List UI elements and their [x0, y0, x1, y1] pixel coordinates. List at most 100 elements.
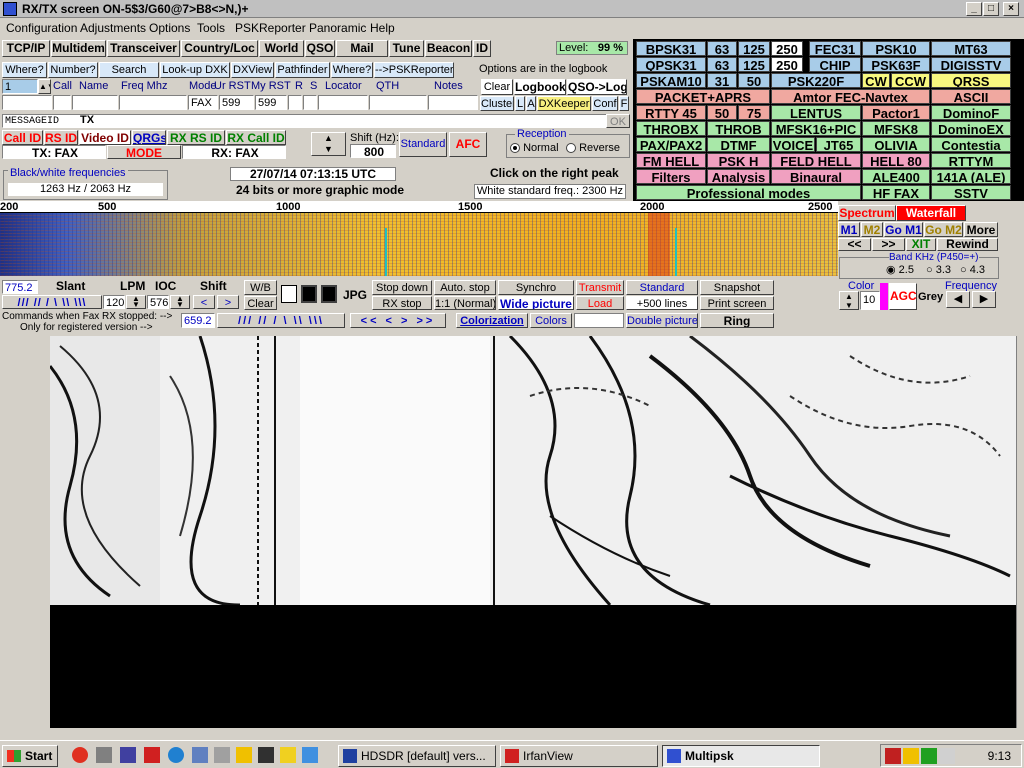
pathfinder-button[interactable]: Pathfinder	[275, 62, 330, 78]
qso-button[interactable]: QSO	[305, 40, 335, 57]
close-button[interactable]: ×	[1003, 2, 1019, 16]
mode-mfsk8[interactable]: MFSK8	[862, 121, 930, 136]
colorization-button[interactable]: Colorization	[456, 313, 528, 328]
quicklaunch-media-icon[interactable]	[258, 747, 274, 763]
reverse-radio[interactable]	[566, 143, 576, 154]
mode-rttym[interactable]: RTTYM	[931, 153, 1011, 168]
menu-panoramic[interactable]: Panoramic	[309, 21, 366, 35]
freq-field[interactable]	[119, 95, 187, 110]
reception-normal[interactable]: Normal	[510, 142, 559, 155]
shift-left-button[interactable]: <	[193, 295, 215, 309]
mode-psk10[interactable]: PSK10	[862, 41, 930, 56]
quicklaunch-flag-icon[interactable]	[280, 747, 296, 763]
mode-dominoex[interactable]: DominoEX	[931, 121, 1011, 136]
lpm-spinner[interactable]: ▲ ▼	[126, 295, 146, 309]
standard-shift-button[interactable]: Standard	[399, 132, 447, 157]
menu-adjustments[interactable]: Adjustments	[80, 21, 146, 35]
mode-feld-hell[interactable]: FELD HELL	[771, 153, 861, 168]
freq-down-button[interactable]: ◀	[946, 291, 970, 308]
mode-rtty50[interactable]: 50	[707, 105, 737, 120]
color-spinner[interactable]: ▲ ▼	[839, 291, 859, 310]
pskreporter-button[interactable]: -->PSKReporter	[374, 62, 454, 78]
f-button[interactable]: F	[619, 96, 629, 111]
mode-rtty75[interactable]: 75	[738, 105, 770, 120]
slant-buttons[interactable]: /// // / \ \\ \\\	[2, 295, 102, 309]
notes-field[interactable]	[428, 95, 478, 110]
vertical-scrollbar[interactable]	[1016, 336, 1024, 728]
where2-button[interactable]: Where?	[331, 62, 373, 78]
mode-hf-fax[interactable]: HF FAX	[862, 185, 930, 200]
mode-hell80[interactable]: HELL 80	[862, 153, 930, 168]
menu-pskreporter[interactable]: PSKReporter	[235, 21, 306, 35]
multidem-button[interactable]: Multidem	[51, 40, 106, 57]
dxkeeper-button[interactable]: DXKeeper	[537, 96, 591, 111]
quicklaunch-puzzle-icon[interactable]	[144, 747, 160, 763]
rx-rs-id-button[interactable]: RX RS ID	[167, 130, 225, 145]
world-button[interactable]: World	[259, 40, 304, 57]
quicklaunch-folder-icon[interactable]	[236, 747, 252, 763]
color-value[interactable]: 10	[860, 291, 880, 310]
mode-packet-aprs[interactable]: PACKET+APRS	[636, 89, 770, 104]
mode-pskam10[interactable]: PSKAM10	[636, 73, 706, 88]
transmit-button[interactable]: Transmit	[576, 280, 624, 295]
locator-field[interactable]	[318, 95, 368, 110]
ioc-field[interactable]: 576	[147, 295, 169, 309]
mode-pactor1[interactable]: Pactor1	[862, 105, 930, 120]
mode-psk220f[interactable]: PSK220F	[771, 73, 861, 88]
mode-pax[interactable]: PAX/PAX2	[636, 137, 706, 152]
beacon-button[interactable]: Beacon	[425, 40, 472, 57]
name-field[interactable]	[72, 95, 118, 110]
slant2-field[interactable]: 659.2	[181, 313, 215, 328]
mode-pskam31[interactable]: 31	[707, 73, 737, 88]
country-loc-button[interactable]: Country/Loc	[181, 40, 258, 57]
s-field[interactable]	[303, 95, 317, 110]
save-as-icon[interactable]	[321, 285, 337, 303]
where-button[interactable]: Where?	[2, 62, 47, 78]
mode-throbx[interactable]: THROBX	[636, 121, 706, 136]
lookup-dxk-button[interactable]: Look-up DXK	[160, 62, 230, 78]
colors-button[interactable]: Colors	[530, 313, 572, 328]
video-id-button[interactable]: Video ID	[79, 130, 131, 145]
mode-olivia[interactable]: OLIVIA	[862, 137, 930, 152]
rx-stop-button[interactable]: RX stop	[372, 296, 432, 310]
menu-configuration[interactable]: Configuration	[6, 21, 77, 35]
menu-options[interactable]: Options	[149, 21, 190, 35]
minimize-button[interactable]: _	[966, 2, 982, 16]
number-button[interactable]: Number?	[48, 62, 98, 78]
slant-value-field[interactable]: 775.2	[2, 280, 38, 294]
messageid-field[interactable]: MESSAGEID	[2, 114, 630, 128]
print-screen-button[interactable]: Print screen	[700, 296, 774, 310]
waterfall-display[interactable]	[0, 213, 838, 276]
mode-sstv[interactable]: SSTV	[931, 185, 1011, 200]
cluster-button[interactable]: Cluster	[480, 96, 514, 111]
mode-qpsk250[interactable]: 250	[771, 57, 803, 72]
prev-button[interactable]: <<	[838, 238, 871, 251]
save-icon[interactable]	[301, 285, 317, 303]
mode-dominof[interactable]: DominoF	[931, 105, 1011, 120]
logbook-button[interactable]: Logbook	[514, 79, 566, 95]
mode-qpsk31[interactable]: QPSK31	[636, 57, 706, 72]
ratio-button[interactable]: 1:1 (Normal)	[434, 296, 496, 310]
mode-voice[interactable]: VOICE	[771, 137, 815, 152]
mode-dtmf[interactable]: DTMF	[707, 137, 770, 152]
analysis-button[interactable]: Analysis	[707, 169, 770, 184]
search-button[interactable]: Search	[99, 62, 159, 78]
mode-psk-hell[interactable]: PSK H	[707, 153, 770, 168]
mode-fec31[interactable]: FEC31	[809, 41, 861, 56]
standard-fax-button[interactable]: Standard	[626, 280, 698, 295]
my-rst-field[interactable]: 599	[255, 95, 287, 110]
call-id-button[interactable]: Call ID	[2, 130, 43, 145]
call2-field[interactable]	[53, 95, 71, 110]
mode-cw[interactable]: CW	[862, 73, 890, 88]
double-picture-button[interactable]: Double picture	[626, 313, 698, 328]
mode-bpsk250[interactable]: 250	[771, 41, 803, 56]
snapshot-button[interactable]: Snapshot	[700, 280, 774, 295]
mode-ascii[interactable]: ASCII	[931, 89, 1011, 104]
mode-lentus[interactable]: LENTUS	[771, 105, 861, 120]
slant2-buttons[interactable]: /// // / \ \\ \\\	[217, 313, 345, 328]
mode-contestia[interactable]: Contestia	[931, 137, 1011, 152]
jpg-button[interactable]: JPG	[343, 289, 367, 302]
afc-button[interactable]: AFC	[449, 132, 487, 157]
menu-tools[interactable]: Tools	[197, 21, 225, 35]
m1-button[interactable]: M1	[838, 222, 860, 237]
